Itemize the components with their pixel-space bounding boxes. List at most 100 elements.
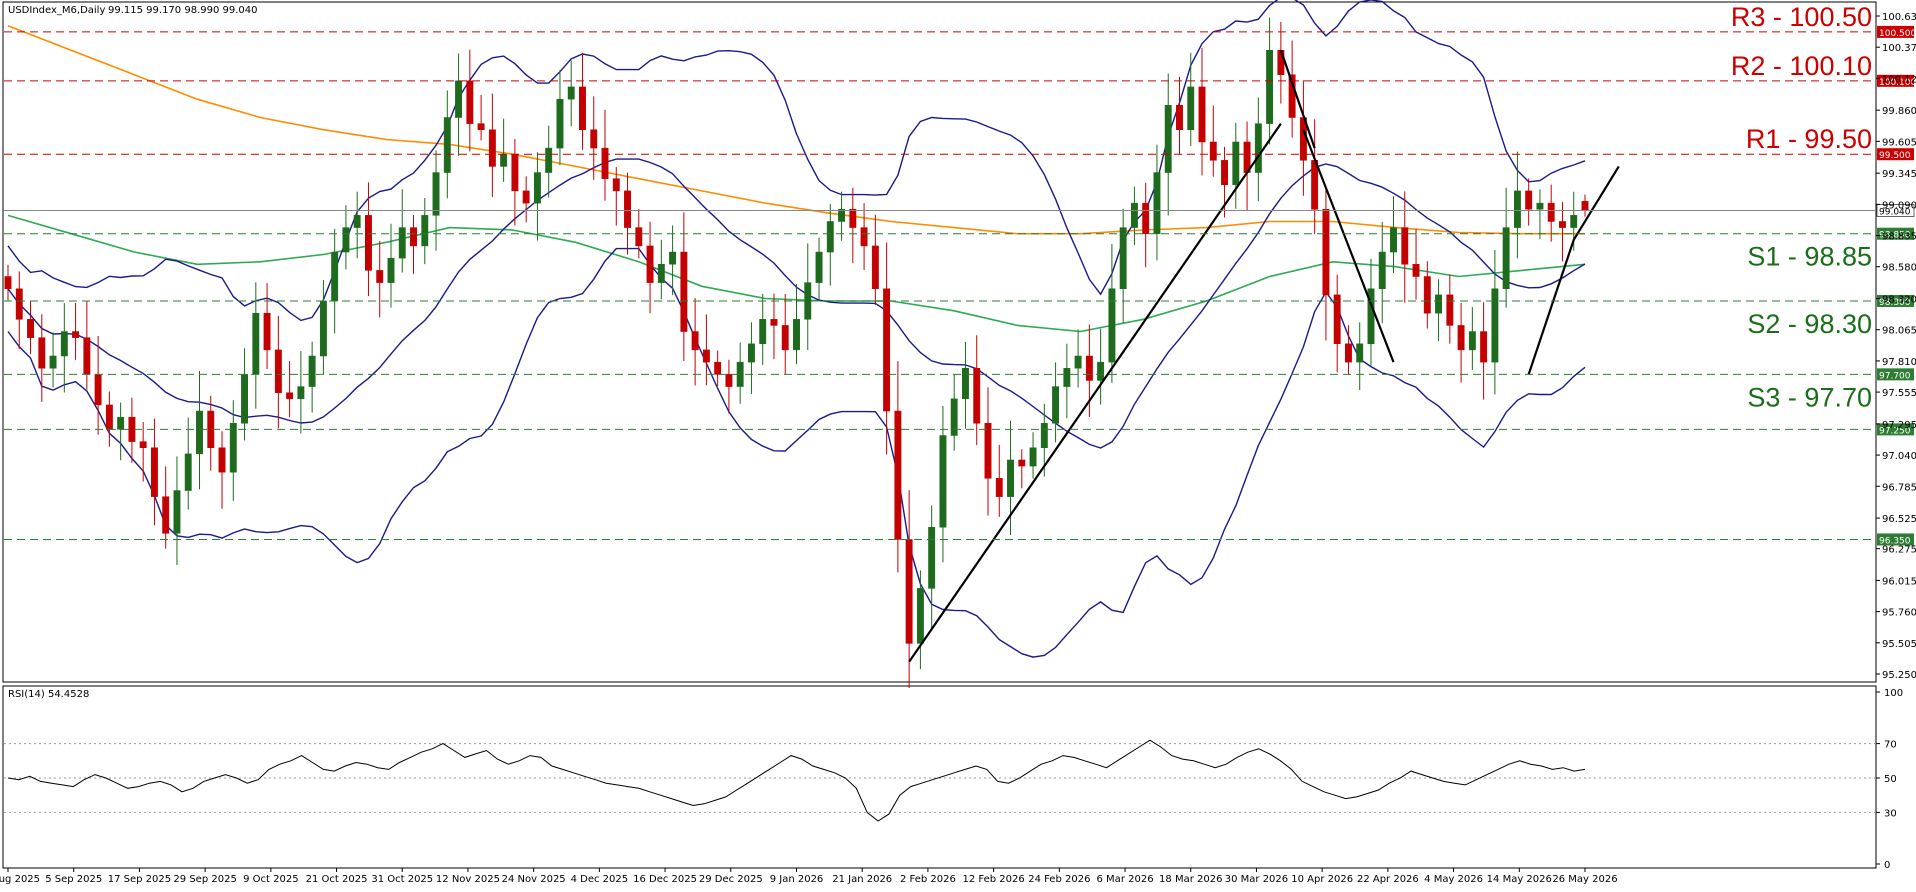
candle-body[interactable] (308, 355, 316, 387)
candle-body[interactable] (286, 392, 294, 400)
candle-body[interactable] (274, 349, 282, 393)
candle-body[interactable] (669, 251, 677, 265)
candle-body[interactable] (94, 374, 102, 406)
candle-body[interactable] (533, 172, 541, 204)
candle-body[interactable] (72, 331, 80, 338)
candle-body[interactable] (1130, 202, 1138, 228)
candle-body[interactable] (680, 251, 688, 332)
candle-body[interactable] (579, 86, 586, 130)
candle-body[interactable] (1142, 202, 1150, 234)
candle-body[interactable] (1525, 190, 1533, 210)
candle-body[interactable] (556, 98, 564, 149)
candle-body[interactable] (624, 190, 631, 228)
candle-body[interactable] (612, 178, 620, 192)
candle-body[interactable] (263, 312, 271, 351)
candle-body[interactable] (793, 319, 800, 351)
candle-body[interactable] (1378, 251, 1386, 289)
candle-body[interactable] (162, 496, 170, 534)
candle-body[interactable] (860, 227, 868, 247)
candle-body[interactable] (455, 80, 463, 118)
candle-body[interactable] (60, 331, 68, 357)
candle-body[interactable] (1097, 361, 1105, 381)
candle-body[interactable] (1029, 447, 1037, 467)
candle-body[interactable] (1581, 201, 1589, 211)
candle-body[interactable] (488, 129, 496, 167)
candle-body[interactable] (759, 319, 767, 345)
candle-body[interactable] (139, 441, 147, 448)
candle-body[interactable] (815, 251, 823, 283)
candle-body[interactable] (702, 349, 710, 363)
candle-body[interactable] (747, 343, 755, 363)
candle-body[interactable] (150, 447, 158, 497)
candle-body[interactable] (894, 410, 902, 540)
candle-body[interactable] (545, 147, 553, 173)
candle-body[interactable] (297, 386, 305, 400)
candle-body[interactable] (1345, 343, 1352, 363)
candle-body[interactable] (38, 337, 46, 369)
candle-body[interactable] (883, 288, 891, 412)
candle-body[interactable] (1164, 105, 1172, 173)
candle-body[interactable] (376, 270, 384, 283)
candle-body[interactable] (1480, 331, 1488, 363)
candle-body[interactable] (353, 215, 361, 228)
candle-body[interactable] (691, 331, 699, 351)
candle-body[interactable] (1254, 123, 1262, 173)
candle-body[interactable] (1209, 141, 1217, 161)
candle-body[interactable] (849, 208, 857, 228)
candle-body[interactable] (241, 374, 249, 424)
candle-body[interactable] (218, 447, 226, 473)
candle-body[interactable] (1040, 423, 1048, 448)
candle-body[interactable] (1322, 208, 1330, 296)
candle-body[interactable] (49, 355, 57, 369)
candle-body[interactable] (105, 404, 113, 430)
candle-body[interactable] (522, 190, 530, 204)
chart-canvas[interactable]: 100.500100.10099.50099.04098.85098.30097… (0, 0, 1916, 888)
candle-body[interactable] (1119, 227, 1127, 289)
candle-body[interactable] (635, 227, 643, 247)
candle-body[interactable] (410, 227, 417, 247)
candle-body[interactable] (1468, 331, 1476, 351)
candle-body[interactable] (1311, 160, 1319, 210)
candle-body[interactable] (387, 257, 395, 283)
candle-body[interactable] (1401, 227, 1409, 265)
candle-body[interactable] (1198, 86, 1206, 143)
candle-body[interactable] (826, 221, 834, 253)
candle-body[interactable] (331, 251, 339, 302)
candle-body[interactable] (1435, 294, 1443, 314)
candle-body[interactable] (871, 245, 879, 289)
candle-body[interactable] (1457, 325, 1465, 351)
candle-body[interactable] (27, 319, 34, 338)
candle-body[interactable] (1266, 49, 1274, 124)
candle-body[interactable] (1570, 215, 1578, 228)
candle-body[interactable] (196, 410, 203, 455)
candle-body[interactable] (1423, 276, 1431, 314)
candle-body[interactable] (117, 416, 125, 430)
candle-body[interactable] (1052, 386, 1060, 424)
candle-body[interactable] (950, 398, 958, 436)
candle-body[interactable] (939, 435, 947, 528)
candle-body[interactable] (1007, 459, 1014, 497)
candle-body[interactable] (466, 80, 474, 124)
candle-body[interactable] (725, 374, 733, 387)
candle-body[interactable] (601, 147, 609, 179)
candle-body[interactable] (15, 288, 23, 320)
candle-body[interactable] (365, 215, 372, 271)
candle-body[interactable] (1390, 227, 1397, 253)
candle-body[interactable] (916, 588, 924, 644)
candle-body[interactable] (1513, 190, 1521, 228)
candle-body[interactable] (1074, 355, 1082, 369)
candle-body[interactable] (1153, 172, 1161, 234)
candle-body[interactable] (477, 123, 485, 130)
candle-body[interactable] (838, 208, 846, 222)
candle-body[interactable] (398, 227, 406, 259)
candle-body[interactable] (184, 453, 192, 491)
candle-body[interactable] (342, 227, 350, 253)
candle-body[interactable] (1333, 294, 1341, 345)
candle-body[interactable] (770, 319, 778, 326)
candle-body[interactable] (1085, 355, 1093, 381)
candle-body[interactable] (995, 478, 1003, 497)
candle-body[interactable] (646, 245, 654, 283)
candle-body[interactable] (984, 423, 992, 479)
candle-body[interactable] (657, 264, 665, 283)
candle-body[interactable] (421, 215, 429, 247)
